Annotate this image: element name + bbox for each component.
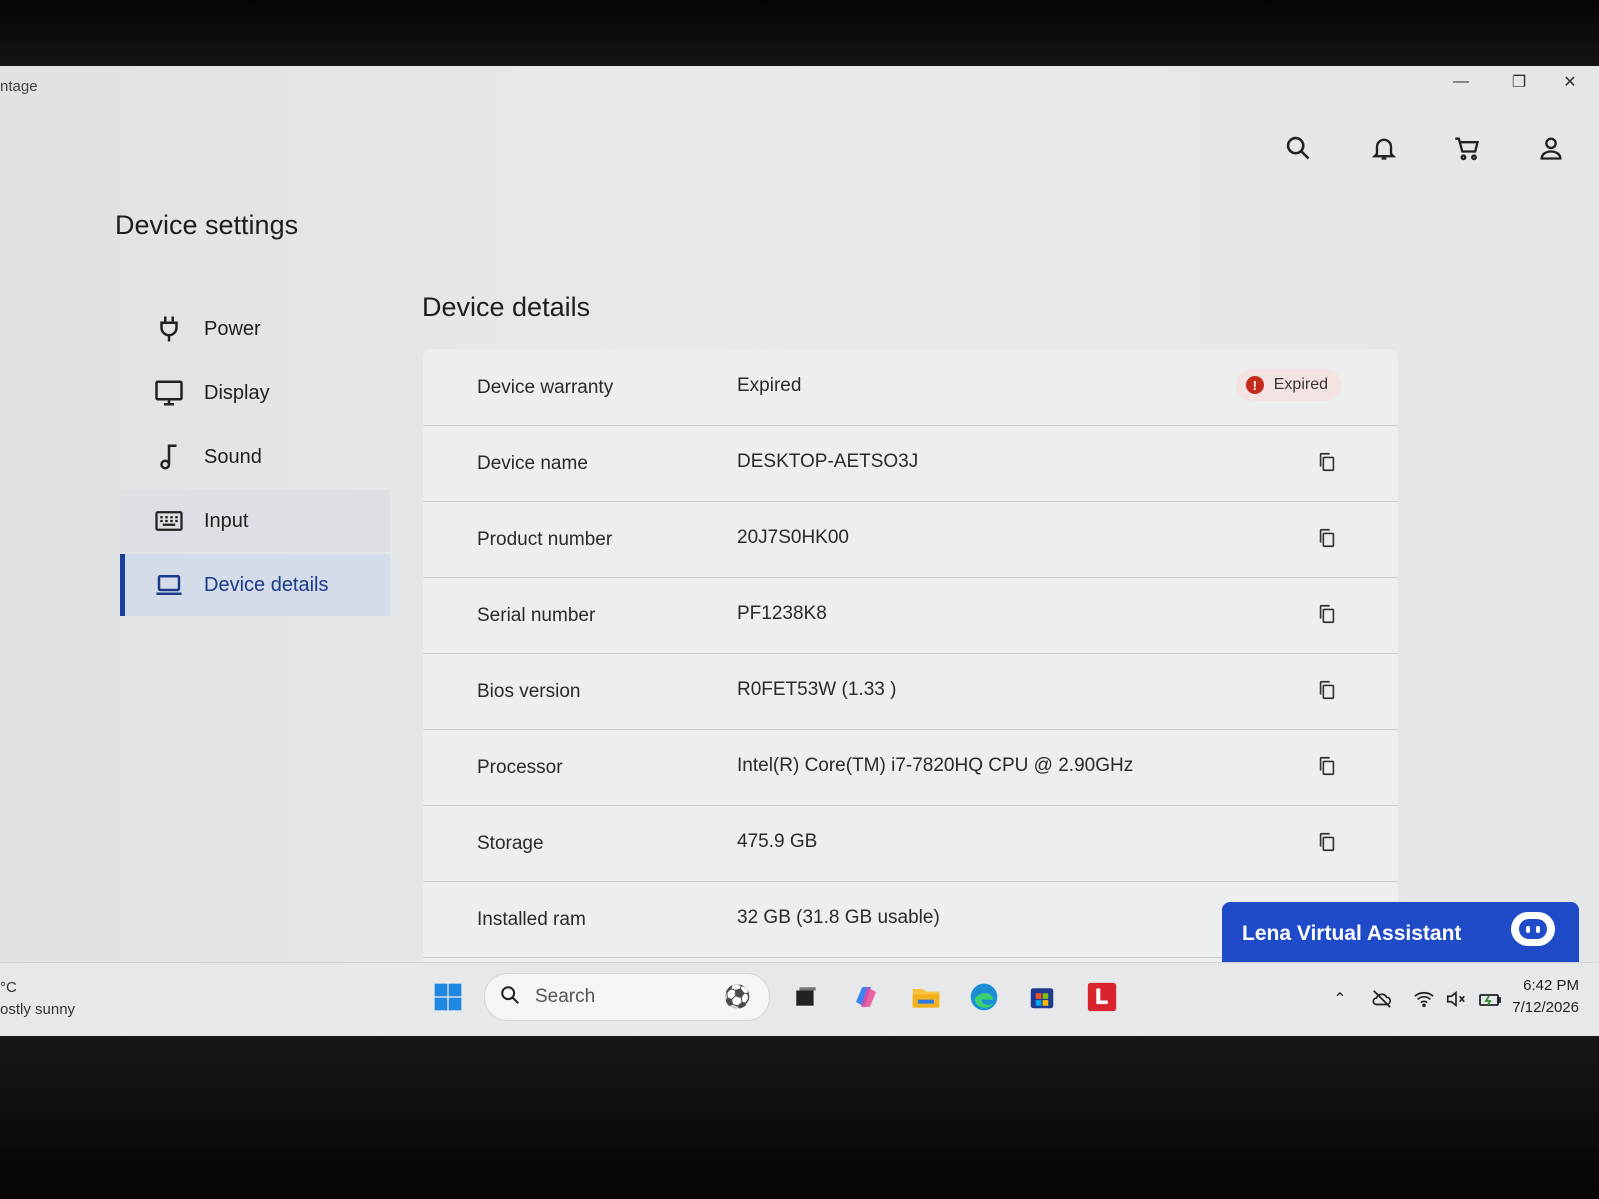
account-icon[interactable] — [1529, 126, 1573, 170]
page-title: Device settings — [115, 210, 299, 240]
lenovo-vantage-icon[interactable] — [1082, 977, 1122, 1017]
close-button[interactable]: ✕ — [1541, 66, 1599, 98]
assistant-label: Lena Virtual Assistant — [1242, 922, 1462, 945]
plug-icon — [152, 312, 186, 346]
keyboard-icon — [152, 504, 186, 538]
detail-row-product-number: Product number 20J7S0HK00 — [423, 501, 1398, 578]
bell-icon[interactable] — [1362, 126, 1406, 170]
section-title: Device details — [422, 292, 591, 322]
sidebar-item-label: Input — [204, 509, 249, 532]
weather-temperature[interactable]: °C — [0, 979, 17, 996]
detail-value: 20J7S0HK00 — [737, 527, 849, 548]
detail-value: R0FET53W (1.33 ) — [737, 679, 897, 700]
detail-value: 32 GB (31.8 GB usable) — [737, 907, 940, 928]
sidebar-item-label: Display — [204, 381, 270, 404]
clock-time: 6:42 PM — [1523, 977, 1579, 994]
laptop-icon — [152, 568, 186, 602]
detail-key: Processor — [477, 757, 563, 778]
file-explorer-icon[interactable] — [906, 977, 946, 1017]
taskbar-search-box[interactable]: Search ⚽ — [484, 973, 770, 1021]
taskbar: °C ostly sunny Search ⚽ ⌃ 6:42 PM 7/12/2… — [0, 962, 1599, 1036]
detail-row-serial-number: Serial number PF1238K8 — [423, 577, 1398, 654]
minimize-button[interactable]: — — [1432, 66, 1490, 98]
search-icon[interactable] — [1276, 126, 1320, 170]
detail-value: DESKTOP-AETSO3J — [737, 451, 919, 472]
cloud-off-icon[interactable] — [1368, 987, 1396, 1011]
windows-start-icon[interactable] — [428, 977, 468, 1017]
detail-key: Product number — [477, 529, 613, 550]
sidebar-item-device-details[interactable]: Device details — [120, 554, 390, 616]
app-title: ntage — [0, 78, 38, 95]
virtual-assistant-button[interactable]: Lena Virtual Assistant — [1222, 902, 1579, 966]
sidebar-item-label: Sound — [204, 445, 262, 468]
sidebar-item-power[interactable]: Power — [120, 298, 390, 360]
music-note-icon — [152, 440, 186, 474]
copy-icon[interactable] — [1312, 827, 1342, 857]
screen-bezel-top — [0, 0, 1599, 66]
title-bar: ntage — ❐ ✕ — [0, 66, 1599, 110]
active-indicator — [120, 554, 125, 616]
detail-key: Installed ram — [477, 909, 586, 930]
detail-key: Device warranty — [477, 377, 614, 398]
restore-button[interactable]: ❐ — [1490, 66, 1548, 98]
detail-value: Intel(R) Core(TM) i7-7820HQ CPU @ 2.90GH… — [737, 755, 1134, 776]
robot-icon — [1511, 912, 1555, 946]
search-icon — [499, 984, 521, 1011]
app-window: ntage — ❐ ✕ Device settings Power Displa… — [0, 66, 1599, 1036]
taskbar-clock[interactable]: 6:42 PM 7/12/2026 — [1512, 975, 1579, 1019]
detail-row-warranty: Device warranty Expired ! Expired — [423, 349, 1398, 426]
copy-icon[interactable] — [1312, 523, 1342, 553]
detail-key: Device name — [477, 453, 588, 474]
cart-icon[interactable] — [1445, 126, 1489, 170]
clock-date: 7/12/2026 — [1512, 999, 1579, 1016]
detail-key: Serial number — [477, 605, 596, 626]
screen-bezel-bottom — [0, 1036, 1599, 1199]
detail-value: PF1238K8 — [737, 603, 827, 624]
detail-row-processor: Processor Intel(R) Core(TM) i7-7820HQ CP… — [423, 729, 1398, 806]
sidebar-item-display[interactable]: Display — [120, 362, 390, 424]
edge-browser-icon[interactable] — [964, 977, 1004, 1017]
task-view-icon[interactable] — [786, 977, 826, 1017]
sidebar-item-sound[interactable]: Sound — [120, 426, 390, 488]
sidebar-item-label: Device details — [204, 573, 329, 596]
error-icon: ! — [1245, 376, 1264, 394]
chevron-up-icon[interactable]: ⌃ — [1326, 987, 1354, 1011]
detail-row-bios-version: Bios version R0FET53W (1.33 ) — [423, 653, 1398, 730]
status-badge: ! Expired — [1235, 369, 1342, 401]
sidebar-item-input[interactable]: Input — [120, 490, 390, 552]
detail-row-storage: Storage 475.9 GB — [423, 805, 1398, 882]
wifi-icon[interactable] — [1410, 987, 1438, 1011]
taskbar-search-placeholder: Search — [535, 986, 596, 1007]
copilot-icon[interactable] — [846, 977, 886, 1017]
microsoft-store-icon[interactable] — [1022, 977, 1062, 1017]
copy-icon[interactable] — [1312, 675, 1342, 705]
status-badge-label: Expired — [1273, 376, 1328, 393]
detail-key: Storage — [477, 833, 544, 854]
soccer-ball-icon: ⚽ — [723, 984, 751, 1009]
detail-value: Expired — [737, 375, 802, 396]
detail-value: 475.9 GB — [737, 831, 818, 852]
monitor-icon — [152, 376, 186, 410]
detail-row-device-name: Device name DESKTOP-AETSO3J — [423, 425, 1398, 502]
sidebar-item-label: Power — [204, 317, 261, 340]
copy-icon[interactable] — [1312, 447, 1342, 477]
copy-icon[interactable] — [1312, 751, 1342, 781]
battery-charging-icon[interactable] — [1476, 987, 1504, 1011]
weather-description[interactable]: ostly sunny — [0, 1001, 75, 1018]
detail-key: Bios version — [477, 681, 581, 702]
copy-icon[interactable] — [1312, 599, 1342, 629]
volume-muted-icon[interactable] — [1442, 987, 1470, 1011]
